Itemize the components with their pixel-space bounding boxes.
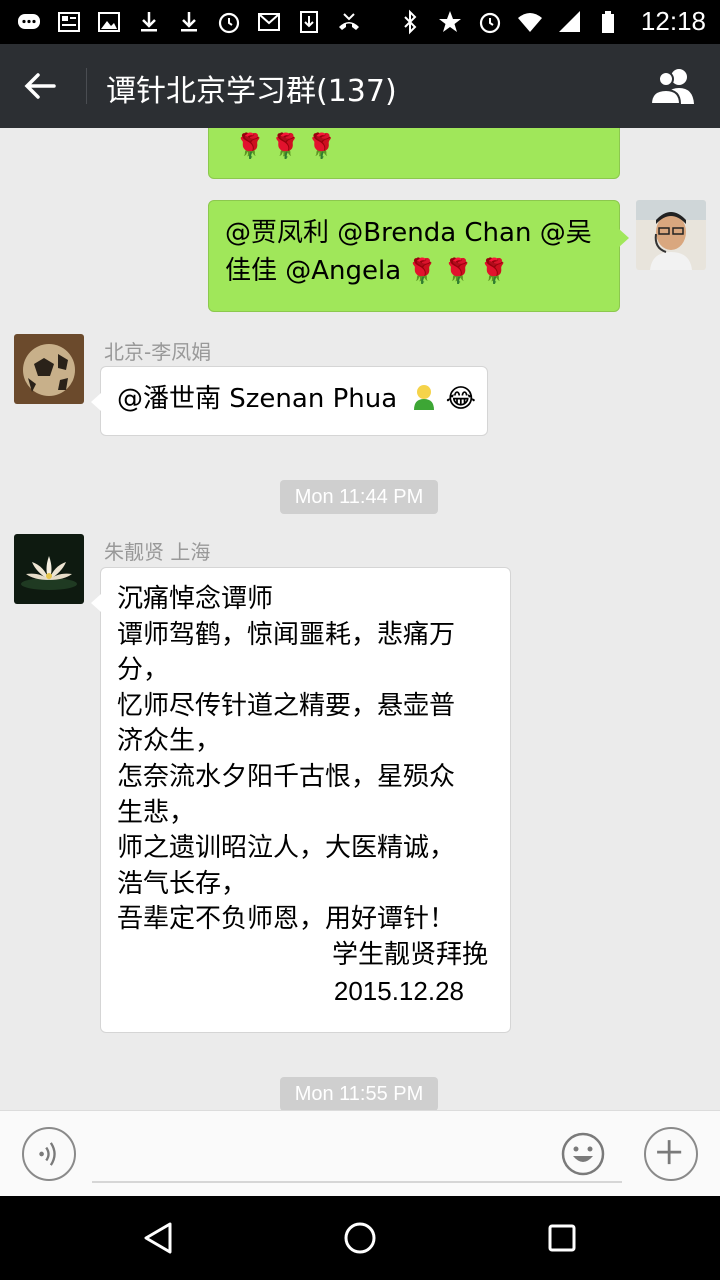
message-bubble-other[interactable]: @潘世南 Szenan Phua 😂	[91, 366, 488, 436]
poem-line: 沉痛悼念谭师	[117, 584, 274, 614]
voice-input-button[interactable]	[22, 1127, 76, 1181]
alarm-icon	[477, 8, 503, 36]
message-text: @潘世南 Szenan Phua	[117, 384, 398, 414]
page-title: 谭针北京学习群(137)	[106, 74, 397, 109]
input-bar	[0, 1110, 720, 1196]
signal-icon	[557, 8, 583, 36]
message-bubble-other[interactable]: 沉痛悼念谭师 谭师驾鹤，惊闻噩耗，悲痛万 分， 忆师尽传针道之精要，悬壶普 济众…	[91, 567, 511, 1033]
nav-recents-button[interactable]	[540, 1216, 584, 1260]
chat-area[interactable]: 🌹🌹🌹 @贾凤利 @Brenda Chan @吴 佳佳 @Angela🌹🌹🌹	[0, 128, 720, 1110]
avatar-self[interactable]	[636, 200, 706, 270]
poem-line: 吾辈定不负师恩，用好谭针！	[117, 904, 456, 935]
poem-line: 怎奈流水夕阳千古恨，星殒众	[117, 762, 456, 793]
message-bubble-own[interactable]: @贾凤利 @Brenda Chan @吴 佳佳 @Angela 🌹🌹🌹	[208, 200, 629, 312]
rose-emoji: 🌹🌹🌹	[235, 132, 343, 160]
wifi-icon	[517, 8, 543, 36]
navigation-bar	[0, 1196, 720, 1280]
star-icon	[437, 8, 463, 36]
sender-name: 北京-李凤娟	[104, 340, 212, 364]
group-members-button[interactable]	[648, 66, 698, 106]
download-icon	[176, 8, 202, 36]
voice-icon	[39, 1142, 56, 1166]
timestamp: Mon 11:44 PM	[280, 480, 438, 514]
poem-line: 忆师尽传针道之精要，悬壶普	[117, 690, 456, 721]
emoji-button[interactable]	[560, 1131, 606, 1177]
avatar-sender[interactable]	[14, 334, 84, 404]
bluetooth-icon	[397, 8, 423, 36]
back-triangle-icon	[144, 1222, 172, 1254]
nav-home-button[interactable]	[338, 1216, 382, 1260]
poem-line: 生悲，	[117, 797, 196, 828]
poem-signature: 学生靓贤拜挽	[331, 940, 488, 971]
laughing-emoji: 😂	[445, 384, 477, 414]
poem-line: 师之遗训昭泣人，大医精诚，	[117, 833, 456, 864]
back-button[interactable]	[20, 66, 64, 106]
missed-call-icon	[336, 8, 362, 36]
battery-icon	[597, 8, 623, 36]
more-options-button[interactable]	[644, 1127, 698, 1181]
bubble-tail	[619, 229, 629, 247]
title-bar: 谭针北京学习群(137)	[0, 44, 720, 128]
message-input[interactable]	[92, 1131, 622, 1183]
title-divider	[86, 68, 87, 104]
timestamp: Mon 11:55 PM	[280, 1077, 438, 1110]
status-time: 12:18	[640, 6, 706, 36]
back-arrow-icon	[24, 73, 56, 99]
bubble-tail	[91, 594, 101, 612]
smiley-icon	[561, 1132, 605, 1176]
message-icon	[16, 8, 42, 36]
nav-back-button[interactable]	[136, 1216, 180, 1260]
avatar-image	[14, 334, 84, 404]
status-bar: 12:18	[0, 0, 720, 44]
rose-emoji: 🌹🌹🌹	[407, 256, 515, 285]
home-circle-icon	[344, 1222, 376, 1254]
news-icon	[56, 8, 82, 36]
download-box-icon	[296, 8, 322, 36]
message-text: 佳佳 @Angela	[225, 255, 402, 286]
avatar-image	[636, 200, 706, 270]
poem-line: 济众生，	[117, 726, 222, 757]
group-icon	[649, 69, 694, 105]
alarm-icon	[216, 8, 242, 36]
avatar-sender[interactable]	[14, 534, 84, 604]
poem-line: 浩气长存，	[117, 868, 248, 899]
poem-line: 谭师驾鹤，惊闻噩耗，悲痛万	[117, 619, 456, 650]
plus-icon	[657, 1140, 682, 1165]
message-text: @贾凤利 @Brenda Chan @吴	[225, 218, 592, 248]
download-icon	[136, 8, 162, 36]
message-bubble-own[interactable]: 🌹🌹🌹	[208, 128, 620, 179]
person-emoji	[411, 384, 437, 410]
gallery-icon	[96, 8, 122, 36]
avatar-image	[14, 534, 84, 604]
gmail-icon	[256, 8, 282, 36]
sender-name: 朱靓贤 上海	[104, 540, 211, 564]
bubble-tail	[91, 393, 101, 411]
poem-line: 分，	[117, 655, 170, 686]
poem-date: 2015.12.28	[333, 975, 464, 1006]
recents-square-icon	[548, 1224, 576, 1252]
